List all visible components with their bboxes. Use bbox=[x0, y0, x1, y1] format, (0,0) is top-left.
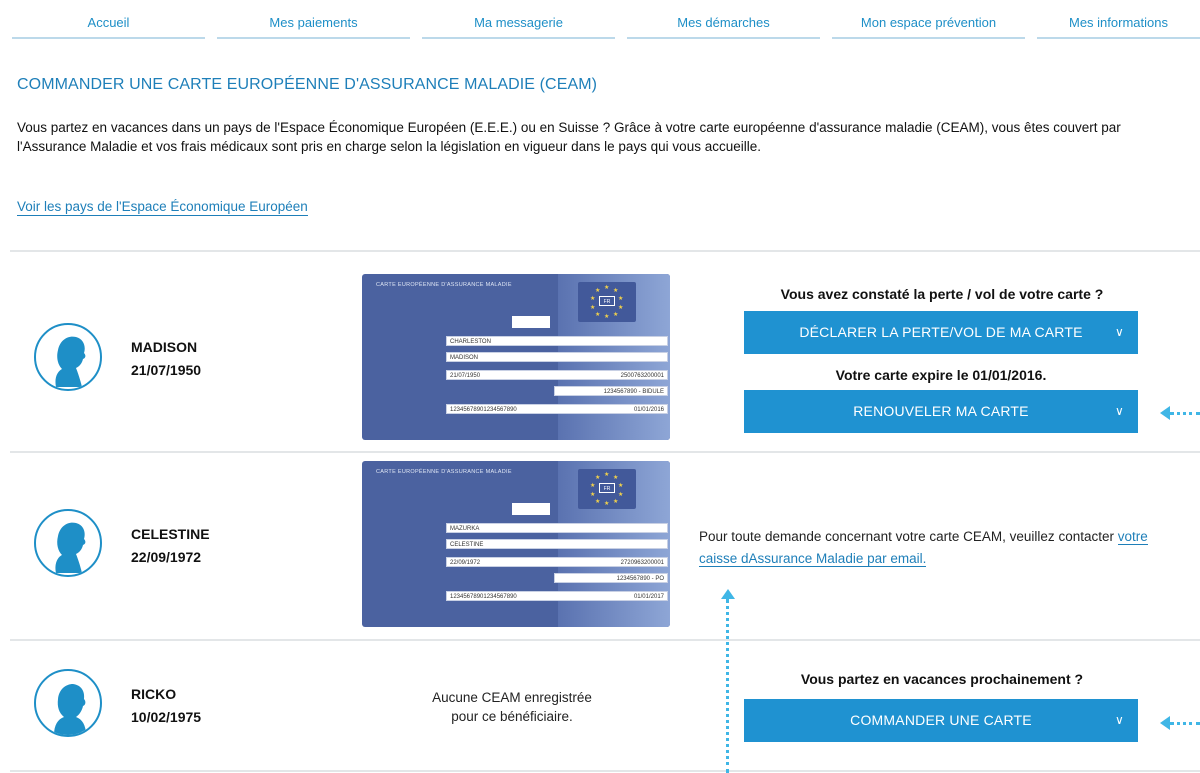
card-expiry-notice: Votre carte expire le 01/01/2016. bbox=[835, 367, 1047, 383]
renew-card-button[interactable]: RENOUVELER MA CARTE ∨ bbox=[744, 390, 1138, 433]
no-ceam-line2: pour ce bénéficiaire. bbox=[451, 709, 573, 724]
card-id: 12345678901234567890 bbox=[450, 407, 517, 413]
eu-flag-icon: FR ★ ★ ★ ★ ★ ★ ★ ★ ★ ★ bbox=[578, 282, 636, 322]
beneficiary-name: CELESTINE bbox=[131, 526, 210, 542]
card-number: 2720963200001 bbox=[620, 560, 664, 566]
nav-mes-informations[interactable]: Mes informations bbox=[1037, 9, 1200, 39]
intro-text: Vous partez en vacances dans un pays de … bbox=[17, 120, 1121, 154]
card-birthdate: 22/09/1972 bbox=[450, 560, 481, 566]
card-id-expiry: 12345678901234567890 01/01/2016 bbox=[446, 404, 668, 414]
card-institution: 1234567890 - PO bbox=[554, 573, 668, 583]
card-title: CARTE EUROPÉENNE D'ASSURANCE MALADIE bbox=[376, 282, 512, 288]
renew-card-label: RENOUVELER MA CARTE bbox=[853, 403, 1029, 419]
female-profile-icon bbox=[34, 323, 102, 391]
card-birthdate: 21/07/1950 bbox=[450, 373, 481, 379]
card-firstname: CELESTINE bbox=[446, 539, 668, 549]
card-country-code: FR bbox=[599, 296, 615, 306]
contact-prefix: Pour toute demande concernant votre cart… bbox=[699, 529, 1118, 544]
female-profile-icon bbox=[34, 509, 102, 577]
nav-mes-demarches[interactable]: Mes démarches bbox=[627, 9, 820, 39]
eu-flag-icon: FR ★ ★ ★ ★ ★ ★ ★ ★ ★ ★ bbox=[578, 469, 636, 509]
order-card-label: COMMANDER UNE CARTE bbox=[850, 712, 1032, 728]
beneficiary-dob: 21/07/1950 bbox=[131, 362, 202, 378]
card-birth-number: 22/09/1972 2720963200001 bbox=[446, 557, 668, 567]
nav-ma-messagerie[interactable]: Ma messagerie bbox=[422, 9, 615, 39]
beneficiary-name: MADISON bbox=[131, 339, 198, 355]
arrow-left-icon bbox=[1160, 716, 1170, 730]
chevron-down-icon: ∨ bbox=[1115, 713, 1124, 727]
nav-espace-prevention[interactable]: Mon espace prévention bbox=[832, 9, 1025, 39]
divider bbox=[10, 770, 1200, 772]
card-institution: 1234567890 - BIDULE bbox=[554, 386, 668, 396]
declare-loss-label: DÉCLARER LA PERTE/VOL DE MA CARTE bbox=[799, 324, 1083, 340]
card-surname: MAZURKA bbox=[446, 523, 668, 533]
beneficiary-dob: 10/02/1975 bbox=[131, 709, 202, 725]
nav-accueil[interactable]: Accueil bbox=[12, 9, 205, 39]
divider bbox=[10, 250, 1200, 252]
card-id: 12345678901234567890 bbox=[450, 594, 517, 600]
no-ceam-line1: Aucune CEAM enregistrée bbox=[432, 690, 592, 705]
loss-question: Vous avez constaté la perte / vol de vot… bbox=[780, 286, 1104, 302]
male-profile-icon bbox=[34, 669, 102, 737]
card-expiry: 01/01/2016 bbox=[633, 407, 664, 413]
chevron-down-icon: ∨ bbox=[1115, 325, 1124, 339]
card-country-code: FR bbox=[599, 483, 615, 493]
arrow-left-icon bbox=[1160, 406, 1170, 420]
card-surname: CHARLESTON bbox=[446, 336, 668, 346]
beneficiary-dob: 22/09/1972 bbox=[131, 549, 202, 565]
card-birth-number: 21/07/1950 2500763200001 bbox=[446, 370, 668, 380]
divider bbox=[10, 639, 1200, 641]
declare-loss-button[interactable]: DÉCLARER LA PERTE/VOL DE MA CARTE ∨ bbox=[744, 311, 1138, 354]
no-ceam-message: Aucune CEAM enregistrée pour ce bénéfici… bbox=[382, 688, 642, 726]
chevron-down-icon: ∨ bbox=[1115, 404, 1124, 418]
card-id-expiry: 12345678901234567890 01/01/2017 bbox=[446, 591, 668, 601]
eee-countries-link[interactable]: Voir les pays de l'Espace Économique Eur… bbox=[17, 198, 308, 216]
card-number: 2500763200001 bbox=[620, 373, 664, 379]
ceam-card-image: CARTE EUROPÉENNE D'ASSURANCE MALADIE FR … bbox=[362, 274, 670, 440]
vacation-question: Vous partez en vacances prochainement ? bbox=[800, 671, 1084, 687]
order-card-button[interactable]: COMMANDER UNE CARTE ∨ bbox=[744, 699, 1138, 742]
top-navigation: Accueil Mes paiements Ma messagerie Mes … bbox=[0, 0, 1200, 44]
arrow-up-icon bbox=[721, 589, 735, 599]
nav-mes-paiements[interactable]: Mes paiements bbox=[217, 9, 410, 39]
card-expiry: 01/01/2017 bbox=[633, 594, 664, 600]
card-firstname: MADISON bbox=[446, 352, 668, 362]
contact-text: Pour toute demande concernant votre cart… bbox=[699, 526, 1169, 570]
beneficiary-name: RICKO bbox=[131, 686, 177, 702]
ceam-card-image: CARTE EUROPÉENNE D'ASSURANCE MALADIE FR … bbox=[362, 461, 670, 627]
card-title: CARTE EUROPÉENNE D'ASSURANCE MALADIE bbox=[376, 469, 512, 475]
divider bbox=[10, 451, 1200, 453]
page-title: COMMANDER UNE CARTE EUROPÉENNE D'ASSURAN… bbox=[17, 76, 598, 93]
